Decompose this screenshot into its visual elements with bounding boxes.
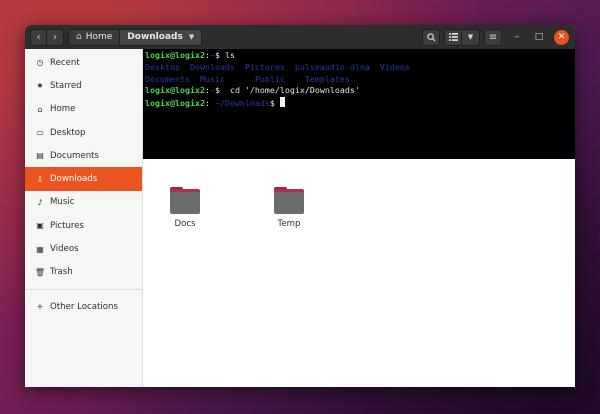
sidebar-item-label: Trash: [50, 267, 73, 278]
plus-icon: +: [36, 302, 44, 312]
sidebar-item-videos[interactable]: ▦ Videos: [25, 237, 142, 260]
sidebar-item-label: Downloads: [50, 174, 98, 185]
close-icon: ✕: [557, 32, 566, 42]
trash-icon: 🗑: [34, 267, 46, 277]
search-icon: [426, 32, 436, 42]
terminal-prompt: logix@logix2: [145, 98, 205, 109]
sidebar-divider: [25, 288, 142, 290]
picture-icon: ▣: [36, 221, 44, 231]
view-options-button[interactable]: ▼: [462, 28, 480, 46]
sidebar-item-desktop[interactable]: ▭ Desktop: [25, 121, 142, 144]
sidebar-item-home[interactable]: ⌂ Home: [25, 98, 142, 121]
breadcrumb-current[interactable]: Downloads ▼: [120, 28, 203, 46]
terminal-cursor: [279, 97, 285, 108]
maximize-button[interactable]: □: [532, 30, 546, 44]
terminal-command: ls: [224, 50, 235, 60]
video-icon: ▦: [36, 244, 44, 254]
forward-button[interactable]: ›: [47, 28, 64, 46]
terminal-command: cd '/home/logix/Downloads': [229, 85, 360, 96]
terminal-output-line: Desktop Downloads Pictures pulseaudio-dl…: [145, 61, 410, 72]
sidebar-item-starred[interactable]: ★ Starred: [25, 74, 142, 97]
sidebar-item-label: Videos: [50, 244, 79, 255]
sidebar-item-label: Other Locations: [50, 301, 118, 312]
terminal-line: logix@logix2:~$ ls: [145, 50, 235, 60]
sidebar-item-other-locations[interactable]: + Other Locations: [25, 295, 142, 318]
sidebar-item-label: Desktop: [50, 127, 86, 138]
sidebar-item-label: Music: [50, 197, 75, 208]
sidebar-item-downloads[interactable]: ⇩ Downloads: [25, 167, 142, 191]
hamburger-menu-icon: ≡: [488, 31, 498, 43]
breadcrumb-current-label: Downloads: [127, 32, 183, 42]
embedded-terminal[interactable]: logix@logix2:~$ ls Desktop Downloads Pict…: [143, 49, 575, 159]
minimize-button[interactable]: –: [510, 30, 524, 44]
download-icon: ⇩: [36, 174, 44, 184]
file-view: logix@logix2:~$ ls Desktop Downloads Pict…: [143, 49, 575, 387]
star-icon: ★: [36, 81, 44, 91]
sidebar-item-music[interactable]: ♪ Music: [25, 191, 142, 214]
sidebar: ◷ Recent ★ Starred ⌂ Home ▭ Desktop ▤ Documen…: [25, 49, 143, 387]
desktop-icon: ▭: [36, 128, 44, 138]
navigation-buttons: ‹ ›: [30, 28, 64, 46]
breadcrumb-home[interactable]: ⌂ Home: [68, 28, 121, 46]
music-icon: ♪: [37, 197, 43, 207]
list-view-icon: [448, 33, 458, 41]
sidebar-item-label: Starred: [50, 80, 82, 91]
chevron-down-icon: ▼: [467, 33, 474, 41]
view-switcher: ▼: [444, 28, 480, 46]
document-icon: ▤: [36, 151, 44, 161]
sidebar-item-label: Recent: [50, 57, 80, 68]
folder-label: Temp: [277, 219, 301, 229]
minimize-icon: –: [514, 32, 520, 42]
sidebar-item-label: Home: [50, 104, 76, 115]
folder-icon: [170, 187, 200, 215]
maximize-icon: □: [534, 32, 544, 42]
folder-label: Docs: [174, 219, 196, 229]
folder-icon: [274, 187, 304, 215]
terminal-prompt: logix@logix2: [145, 50, 205, 60]
sidebar-item-label: Pictures: [50, 220, 85, 231]
sidebar-item-documents[interactable]: ▤ Documents: [25, 144, 142, 167]
back-button[interactable]: ‹: [30, 28, 47, 46]
main-menu-button[interactable]: ≡: [484, 28, 502, 46]
folder-item-temp[interactable]: Temp: [259, 187, 319, 229]
clock-icon: ◷: [36, 58, 44, 68]
sidebar-item-pictures[interactable]: ▣ Pictures: [25, 214, 142, 237]
file-manager-window: ‹ › ⌂ Home Downloads ▼ ▼ ≡ – □ ✕ ◷ Recen…: [25, 25, 575, 387]
home-icon: ⌂: [76, 32, 82, 42]
terminal-line: logix@logix2: ~/Downloads$: [145, 97, 573, 110]
close-button[interactable]: ✕: [554, 29, 569, 45]
sidebar-item-label: Documents: [50, 150, 99, 161]
headerbar: ‹ › ⌂ Home Downloads ▼ ▼ ≡ – □ ✕: [25, 25, 575, 49]
terminal-line: logix@logix2:~$ cd '/home/logix/Download…: [145, 85, 360, 96]
terminal-prompt: logix@logix2: [145, 85, 205, 96]
chevron-left-icon: ‹: [36, 31, 41, 43]
terminal-output-line: Documents Music Public Templates: [145, 73, 350, 84]
sidebar-item-recent[interactable]: ◷ Recent: [25, 51, 142, 74]
chevron-right-icon: ›: [53, 31, 57, 43]
folder-item-docs[interactable]: Docs: [155, 187, 215, 229]
search-button[interactable]: [422, 28, 440, 46]
list-view-button[interactable]: [444, 28, 462, 46]
sidebar-item-trash[interactable]: 🗑 Trash: [25, 261, 142, 284]
home-icon: ⌂: [37, 104, 43, 114]
chevron-down-icon: ▼: [188, 33, 195, 41]
breadcrumb-home-label: Home: [85, 32, 113, 42]
